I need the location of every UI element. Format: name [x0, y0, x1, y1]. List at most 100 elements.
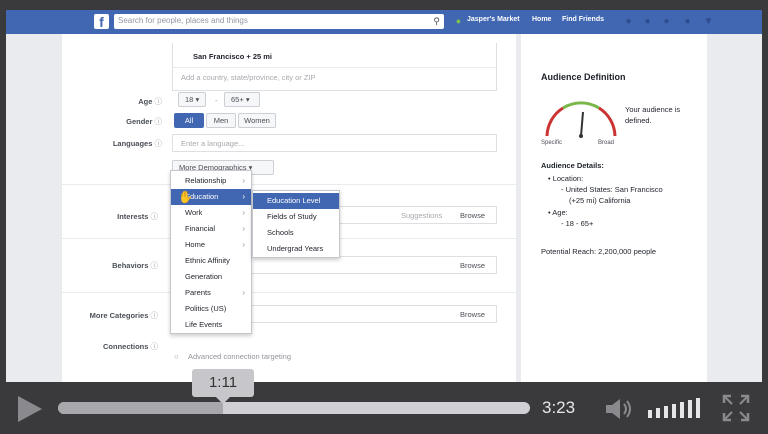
- age-label: Age ⓘ: [62, 96, 162, 107]
- age-item-text: 18 - 65+: [565, 219, 594, 228]
- chevron-down-icon: ▾: [245, 95, 250, 104]
- menu-item-parents[interactable]: Parents ›: [171, 285, 251, 301]
- more-categories-label-text: More Categories: [89, 311, 149, 320]
- tooltip-arrow: [216, 397, 230, 404]
- location-item: - United States: San Francisco: [561, 185, 663, 194]
- connections-label: Connections ⓘ: [58, 341, 158, 352]
- submenu-undergrad-years[interactable]: Undergrad Years: [253, 241, 339, 257]
- search-icon[interactable]: ⚲: [433, 16, 440, 27]
- interests-info-icon[interactable]: ⓘ: [151, 212, 159, 221]
- menu-item-ethnic-affinity[interactable]: Ethnic Affinity: [171, 253, 251, 269]
- submenu-fields-of-study[interactable]: Fields of Study: [253, 209, 339, 225]
- menu-item-work[interactable]: Work ›: [171, 205, 251, 221]
- search-placeholder: Search for people, places and things: [118, 16, 248, 25]
- age-max-select[interactable]: 65+ ▾: [224, 92, 260, 107]
- submenu-schools[interactable]: Schools: [253, 225, 339, 241]
- mouse-cursor-icon: ✋: [178, 190, 193, 204]
- interests-browse-button[interactable]: Browse: [460, 211, 485, 220]
- submenu-education-level[interactable]: Education Level: [253, 193, 339, 209]
- volume-level-icon[interactable]: [648, 398, 710, 420]
- video-screen: f Search for people, places and things ⚲…: [6, 10, 762, 382]
- chevron-right-icon: ›: [242, 240, 245, 249]
- menu-item-relationship[interactable]: Relationship ›: [171, 173, 251, 189]
- connections-label-text: Connections: [102, 342, 149, 351]
- behaviors-info-icon[interactable]: ⓘ: [151, 261, 159, 270]
- age-info-icon[interactable]: ⓘ: [155, 97, 163, 106]
- gender-label-text: Gender: [126, 117, 153, 126]
- audience-definition-panel: Audience Definition Specific Broad Your …: [521, 34, 707, 382]
- chevron-right-icon: ›: [242, 288, 245, 297]
- advanced-connection-targeting[interactable]: Advanced connection targeting: [188, 352, 291, 361]
- potential-reach: Potential Reach: 2,200,000 people: [541, 247, 657, 256]
- more-categories-label: More Categories ⓘ: [58, 310, 158, 321]
- gender-label: Gender ⓘ: [62, 116, 162, 127]
- messages-icon[interactable]: ●: [642, 16, 653, 27]
- menu-item-financial[interactable]: Financial ›: [171, 221, 251, 237]
- more-categories-browse-button[interactable]: Browse: [460, 310, 485, 319]
- age-label-text: Age: [138, 97, 153, 106]
- age-head: • Age:: [548, 208, 568, 217]
- languages-placeholder: Enter a language...: [181, 139, 245, 148]
- menu-item-home[interactable]: Home ›: [171, 237, 251, 253]
- connections-checkbox-icon[interactable]: ○: [174, 352, 179, 361]
- volume-icon[interactable]: [604, 396, 636, 422]
- more-categories-info-icon[interactable]: ⓘ: [151, 311, 159, 320]
- menu-item-politics[interactable]: Politics (US): [171, 301, 251, 317]
- education-submenu: Education Level Fields of Study Schools …: [252, 190, 340, 258]
- chevron-right-icon: ›: [242, 208, 245, 217]
- notifications-icon[interactable]: ●: [661, 16, 672, 27]
- progress-bar[interactable]: [58, 402, 530, 414]
- nav-find-friends[interactable]: Find Friends: [562, 16, 604, 23]
- gender-info-icon[interactable]: ⓘ: [155, 117, 163, 126]
- behaviors-browse-button[interactable]: Browse: [460, 261, 485, 270]
- time-tooltip: 1:11: [192, 369, 254, 397]
- account-menu-icon[interactable]: ▼: [703, 16, 714, 27]
- play-icon[interactable]: [18, 396, 42, 422]
- gauge-specific: Specific: [541, 140, 563, 146]
- facebook-logo[interactable]: f: [94, 14, 109, 30]
- profile-icon[interactable]: ●: [453, 16, 464, 27]
- location-input[interactable]: Add a country, state/province, city or Z…: [181, 73, 316, 82]
- audience-title: Audience Definition: [541, 72, 626, 82]
- age-min-value: 18: [185, 95, 194, 104]
- location-box: San Francisco + 25 mi Add a country, sta…: [172, 43, 497, 91]
- menu-item-label: Life Events: [185, 320, 223, 329]
- languages-label-text: Languages: [112, 139, 153, 148]
- audience-status: Your audience is defined.: [625, 105, 681, 125]
- menu-item-label: Relationship: [185, 176, 227, 185]
- menu-item-life-events[interactable]: Life Events: [171, 317, 251, 333]
- connections-info-icon[interactable]: ⓘ: [151, 342, 159, 351]
- progress-fill: [58, 402, 224, 414]
- behaviors-label-text: Behaviors: [112, 261, 149, 270]
- fullscreen-icon[interactable]: [722, 394, 750, 422]
- chevron-right-icon: ›: [242, 176, 245, 185]
- chevron-down-icon: ▾: [195, 95, 200, 104]
- age-head-text: Age:: [552, 208, 568, 217]
- location-head-text: Location:: [552, 174, 584, 183]
- languages-input[interactable]: Enter a language...: [172, 134, 497, 152]
- interests-label: Interests ⓘ: [58, 211, 158, 222]
- friend-requests-icon[interactable]: ●: [623, 16, 634, 27]
- menu-item-label: Parents: [185, 288, 211, 297]
- age-min-select[interactable]: 18 ▾: [178, 92, 206, 107]
- languages-label: Languages ⓘ: [62, 138, 162, 149]
- age-item: - 18 - 65+: [561, 219, 594, 228]
- menu-item-label: Generation: [185, 272, 223, 281]
- location-head: • Location:: [548, 174, 584, 183]
- location-divider: [173, 67, 496, 68]
- gender-all-button[interactable]: All: [174, 113, 204, 128]
- chevron-right-icon: ›: [242, 192, 245, 201]
- languages-info-icon[interactable]: ⓘ: [155, 139, 163, 148]
- section-divider: [62, 292, 516, 293]
- gender-women-button[interactable]: Women: [238, 113, 276, 128]
- facebook-search-input[interactable]: Search for people, places and things ⚲: [114, 14, 444, 29]
- nav-page-name[interactable]: Jasper's Market: [467, 16, 520, 23]
- video-player-controls: 3:23: [0, 382, 768, 434]
- gender-men-button[interactable]: Men: [206, 113, 236, 128]
- interests-suggestions[interactable]: Suggestions: [401, 211, 442, 220]
- video-frame: f Search for people, places and things ⚲…: [0, 0, 768, 434]
- menu-item-generation[interactable]: Generation: [171, 269, 251, 285]
- age-separator: -: [215, 96, 218, 105]
- nav-home[interactable]: Home: [532, 16, 551, 23]
- privacy-icon[interactable]: ●: [682, 16, 693, 27]
